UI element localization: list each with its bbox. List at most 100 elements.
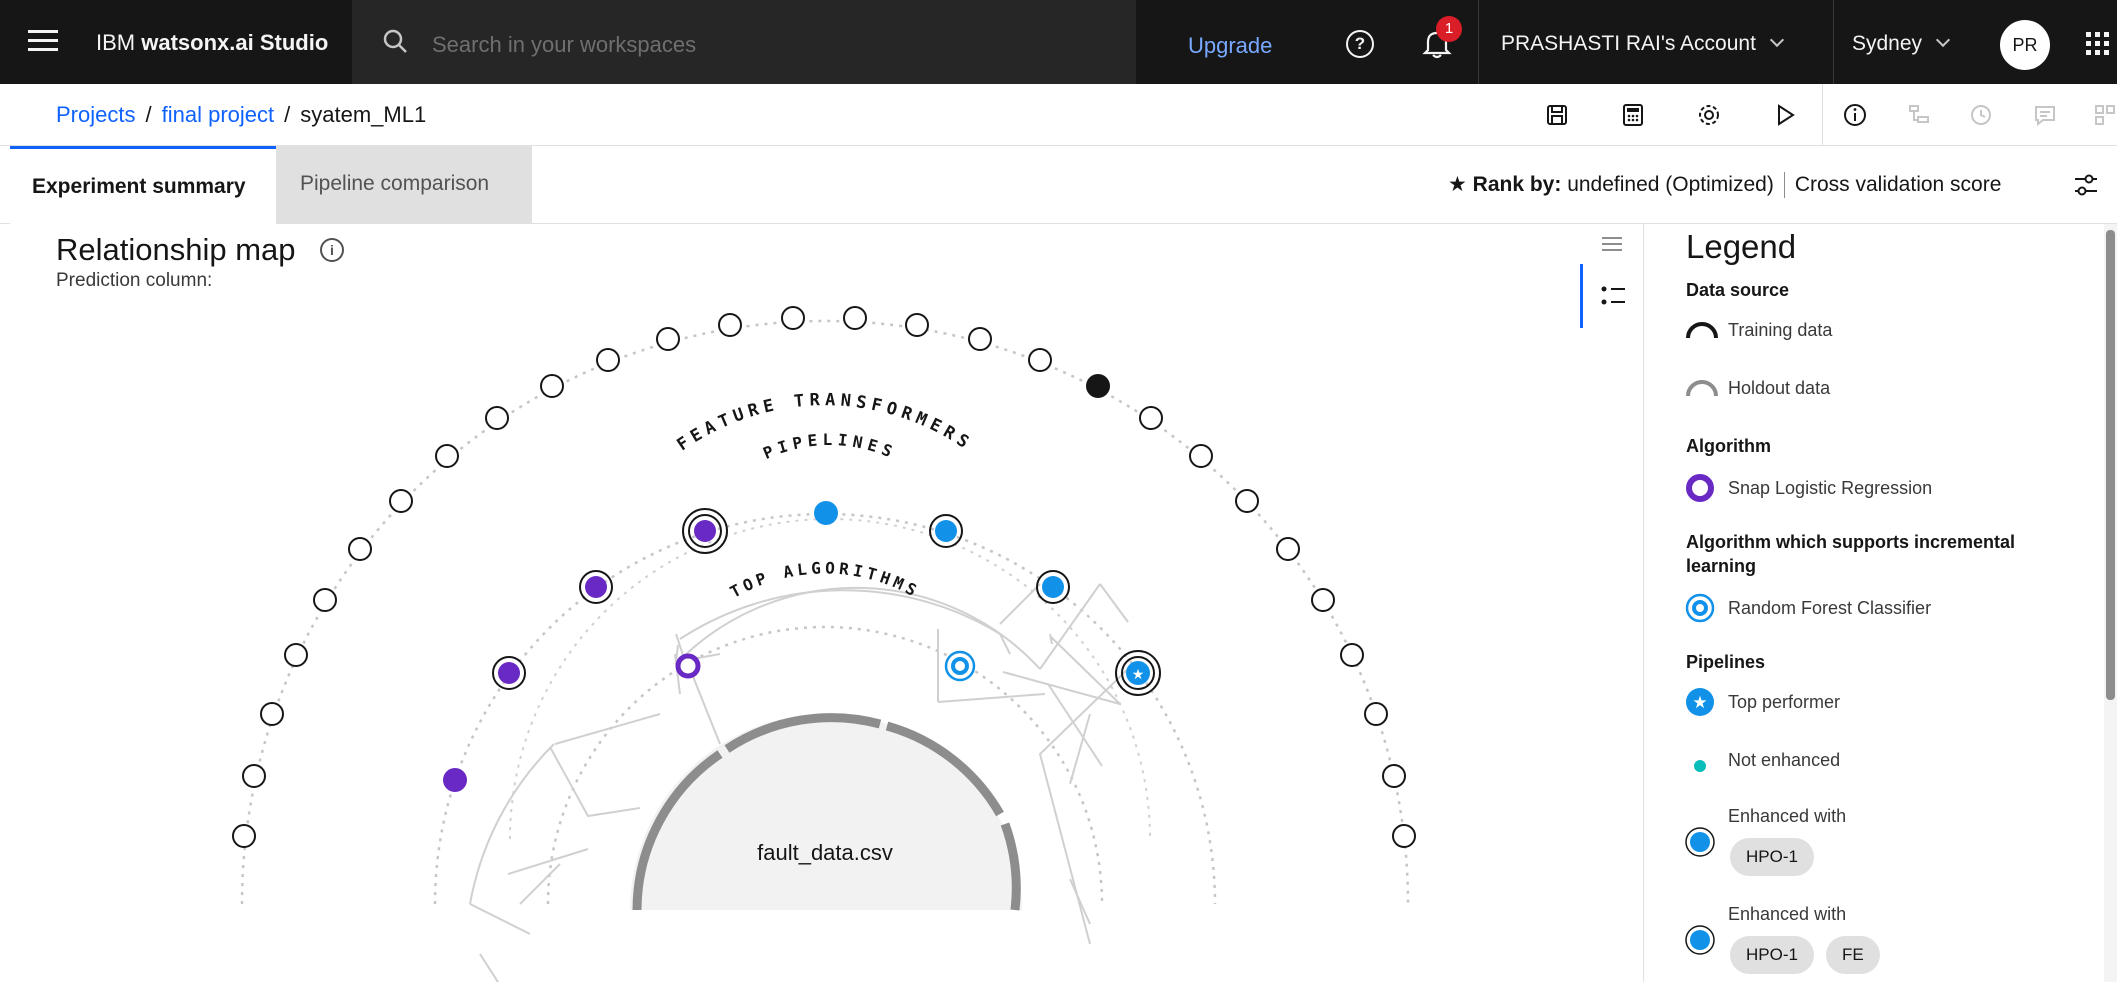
feature-transformer-node[interactable]	[1364, 702, 1388, 726]
feature-transformer-node[interactable]	[1028, 348, 1052, 372]
pipeline-node[interactable]	[492, 656, 526, 690]
scrollbar-thumb[interactable]	[2106, 230, 2115, 700]
breadcrumb-current: syatem_ML1	[300, 102, 427, 127]
legend-enhanced-2: Enhanced with	[1728, 904, 1847, 924]
svg-text:★: ★	[1132, 666, 1145, 682]
account-switcher[interactable]: PRASHASTI RAI's Account	[1478, 0, 1834, 84]
legend-list-icon	[1601, 286, 1625, 305]
history-icon	[1966, 100, 1996, 130]
star-icon: ★	[1448, 173, 1467, 196]
search-icon	[383, 29, 407, 53]
region-switcher[interactable]: Sydney	[1852, 32, 1951, 56]
rank-by-selector[interactable]: ★ Rank by: undefined (Optimized) Cross va…	[1448, 172, 2001, 199]
enhanced-hpo-icon	[1685, 827, 1715, 857]
feature-transformer-node[interactable]	[1235, 489, 1259, 513]
top-navigation-bar: IBM watsonx.ai Studio Search in your wor…	[0, 0, 2117, 84]
grid-view-icon	[2090, 100, 2117, 130]
comment-icon	[2030, 100, 2060, 130]
pipeline-node[interactable]	[929, 514, 963, 548]
pipelines-label: PIPELINES	[760, 430, 899, 463]
pipeline-node[interactable]	[443, 768, 467, 792]
feature-transformer-node[interactable]	[1340, 643, 1364, 667]
feature-transformer-node[interactable]	[781, 306, 805, 330]
feature-transformer-node[interactable]	[485, 406, 509, 430]
settings-adjust-icon[interactable]	[2072, 172, 2100, 198]
calculator-icon[interactable]	[1618, 100, 1648, 130]
feature-transformer-node[interactable]	[313, 588, 337, 612]
search-bar[interactable]: Search in your workspaces	[352, 0, 1136, 84]
hamburger-menu-icon[interactable]	[28, 30, 58, 54]
product-name[interactable]: IBM watsonx.ai Studio	[96, 30, 328, 56]
feature-transformer-node[interactable]	[260, 702, 284, 726]
feature-transformer-node[interactable]	[435, 444, 459, 468]
legend-data-source-heading: Data source	[1686, 280, 1790, 300]
pipeline-node[interactable]	[1036, 570, 1070, 604]
feature-transformer-node[interactable]	[540, 374, 564, 398]
breadcrumb: Projects / final project / syatem_ML1	[56, 102, 427, 127]
chevron-down-icon	[1769, 32, 1785, 48]
experiment-tab-bar: Experiment summary Pipeline comparison ★…	[0, 146, 2117, 224]
algorithm-node-snap-lr[interactable]	[675, 653, 701, 679]
pipeline-node-not-enhanced[interactable]	[814, 501, 838, 525]
feature-transformer-node[interactable]	[242, 764, 266, 788]
legend-panel: Legend Data source Training data Holdout…	[1644, 224, 2104, 982]
algorithm-nodes[interactable]	[675, 650, 976, 682]
feature-transformer-node[interactable]	[843, 306, 867, 330]
lineage-icon	[1904, 100, 1934, 130]
legend-title: Legend	[1686, 228, 1797, 265]
information-icon[interactable]	[1840, 100, 1870, 130]
toolbar-divider	[1822, 84, 1823, 146]
feature-transformer-node[interactable]	[1392, 824, 1416, 848]
relationship-map-panel: Relationship map i Prediction column: FE…	[0, 224, 1580, 982]
feature-transformer-node[interactable]	[232, 824, 256, 848]
feature-transformer-node[interactable]	[656, 327, 680, 351]
legend-snap-lr: Snap Logistic Regression	[1728, 478, 1933, 498]
feature-transformer-node[interactable]	[718, 313, 742, 337]
training-data-icon	[1686, 322, 1718, 339]
feature-transformer-node[interactable]	[968, 327, 992, 351]
chevron-down-icon	[1935, 32, 1951, 48]
save-icon[interactable]	[1542, 100, 1572, 130]
feature-transformer-node[interactable]	[1139, 406, 1163, 430]
dataset-node[interactable]	[630, 714, 1022, 910]
feature-transformer-node[interactable]	[348, 537, 372, 561]
upgrade-link[interactable]: Upgrade	[1188, 33, 1272, 59]
help-icon[interactable]: ?	[1346, 30, 1374, 58]
feature-transformer-node[interactable]	[1311, 588, 1335, 612]
feature-transformer-node[interactable]	[905, 313, 929, 337]
relationship-map-diagram: FEATURE TRANSFORMERS PIPELINES TOP ALGOR…	[232, 306, 1416, 982]
svg-text:★: ★	[1692, 693, 1707, 712]
feature-transformer-node[interactable]	[1382, 764, 1406, 788]
breadcrumb-projects[interactable]: Projects	[56, 102, 135, 127]
feature-transformer-node-selected[interactable]	[1086, 374, 1110, 398]
pipeline-node-top-performer[interactable]: ★	[1115, 650, 1161, 696]
feature-transformer-node[interactable]	[284, 643, 308, 667]
snap-logistic-regression-icon	[1686, 474, 1714, 502]
legend-training-data: Training data	[1728, 320, 1833, 340]
tag-fe: FE	[1826, 936, 1880, 974]
pipeline-node[interactable]	[682, 508, 728, 554]
breadcrumb-project[interactable]: final project	[162, 102, 275, 127]
user-avatar[interactable]: PR	[2000, 20, 2050, 70]
dataset-label: fault_data.csv	[757, 840, 893, 865]
settings-gear-icon[interactable]	[1694, 100, 1724, 130]
feature-transformer-node[interactable]	[596, 348, 620, 372]
search-input[interactable]: Search in your workspaces	[432, 32, 696, 58]
feature-transformer-node[interactable]	[1276, 537, 1300, 561]
legend-algorithm-heading: Algorithm	[1686, 436, 1771, 456]
feature-transformer-node[interactable]	[1189, 444, 1213, 468]
legend-not-enhanced: Not enhanced	[1728, 750, 1841, 770]
legend-holdout-data: Holdout data	[1728, 378, 1831, 398]
top-performer-star-icon: ★	[1686, 688, 1714, 716]
holdout-data-icon	[1686, 380, 1718, 397]
legend-top-performer: Top performer	[1728, 692, 1841, 712]
app-switcher-icon[interactable]	[2086, 32, 2112, 58]
tag-hpo-1: HPO-1	[1730, 838, 1814, 876]
legend-tab[interactable]	[1580, 264, 1644, 328]
feature-transformer-node[interactable]	[389, 489, 413, 513]
tab-pipeline-comparison[interactable]: Pipeline comparison	[276, 146, 532, 224]
legend-scrollbar[interactable]	[2104, 224, 2117, 982]
run-play-icon[interactable]	[1770, 100, 1800, 130]
pipeline-node[interactable]	[579, 570, 613, 604]
tab-experiment-summary[interactable]: Experiment summary	[10, 146, 276, 224]
